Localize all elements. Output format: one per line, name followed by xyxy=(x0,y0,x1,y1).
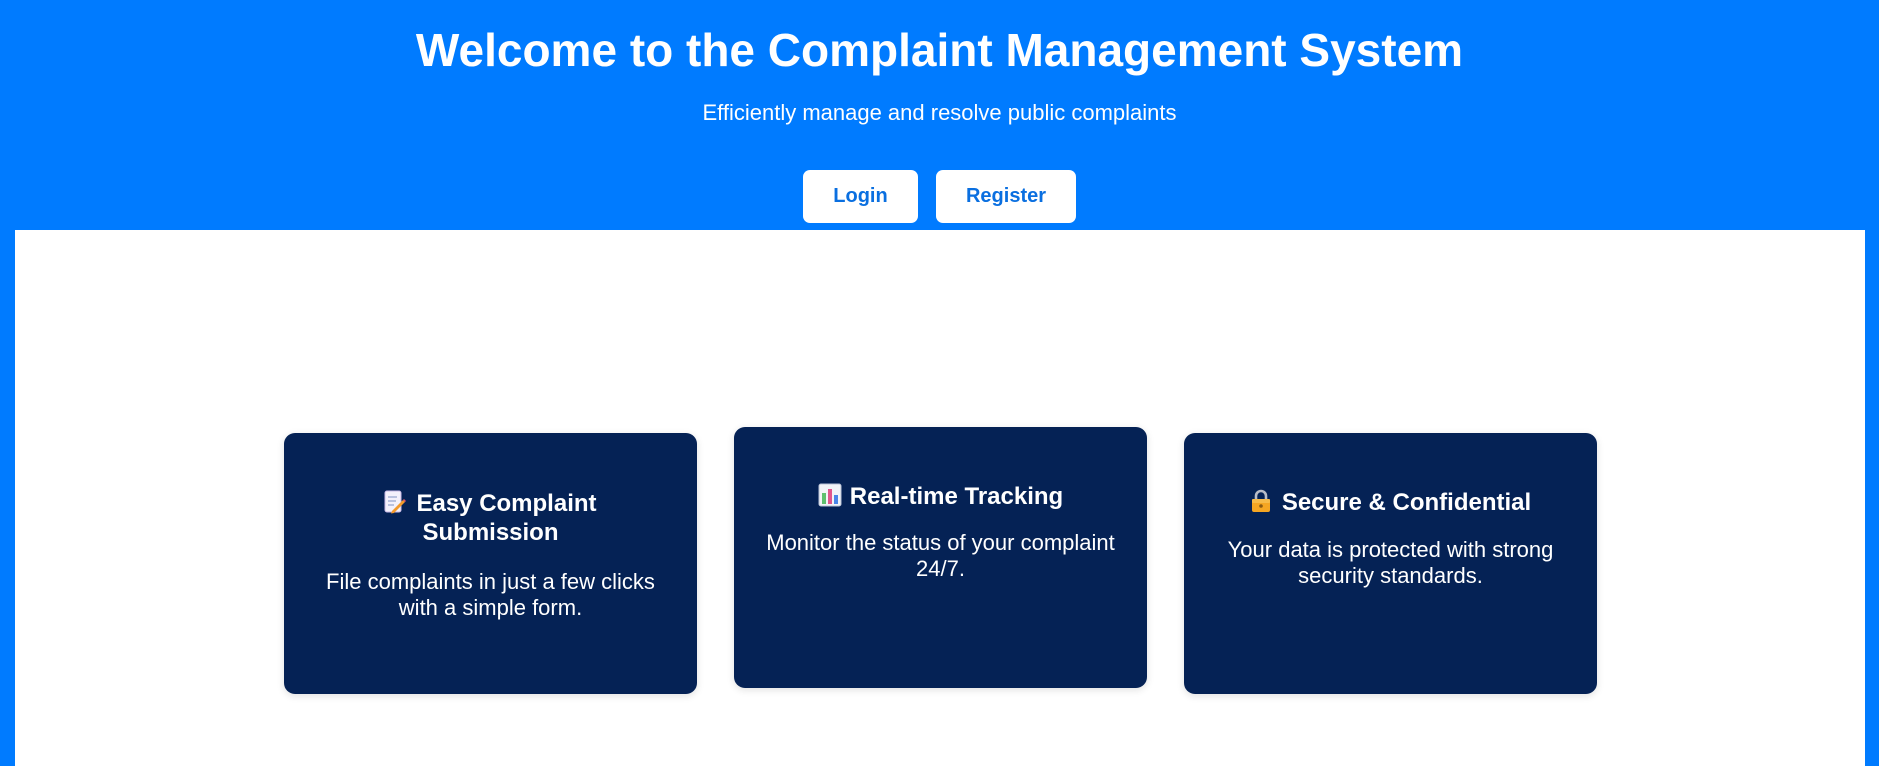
main-content: Easy Complaint Submission File complaint… xyxy=(15,230,1865,766)
feature-title-text: Easy Complaint Submission xyxy=(416,490,597,546)
feature-text-submission: File complaints in just a few clicks wit… xyxy=(326,569,655,620)
bar-chart-icon xyxy=(818,483,842,507)
memo-icon xyxy=(384,490,407,514)
feature-text-tracking: Monitor the status of your complaint 24/… xyxy=(766,530,1115,581)
feature-title-submission: Easy Complaint Submission xyxy=(314,489,667,547)
feature-card-tracking: Real-time Tracking Monitor the status of… xyxy=(734,427,1147,688)
feature-title-text: Secure & Confidential xyxy=(1281,489,1532,516)
feature-title-secure: Secure & Confidential xyxy=(1214,488,1567,517)
header: Welcome to the Complaint Management Syst… xyxy=(0,0,1879,230)
feature-title-tracking: Real-time Tracking xyxy=(764,482,1117,511)
feature-card-submission: Easy Complaint Submission File complaint… xyxy=(284,433,697,694)
page-title: Welcome to the Complaint Management Syst… xyxy=(415,24,1464,76)
login-button[interactable]: Login xyxy=(803,170,918,223)
page-subtitle: Efficiently manage and resolve public co… xyxy=(702,100,1177,125)
auth-buttons: Login Register xyxy=(0,170,1879,223)
feature-text-secure: Your data is protected with strong secur… xyxy=(1227,537,1554,588)
feature-title-text: Real-time Tracking xyxy=(849,483,1064,510)
lock-icon xyxy=(1250,489,1272,513)
feature-card-secure: Secure & Confidential Your data is prote… xyxy=(1184,433,1597,694)
register-button[interactable]: Register xyxy=(936,170,1076,223)
